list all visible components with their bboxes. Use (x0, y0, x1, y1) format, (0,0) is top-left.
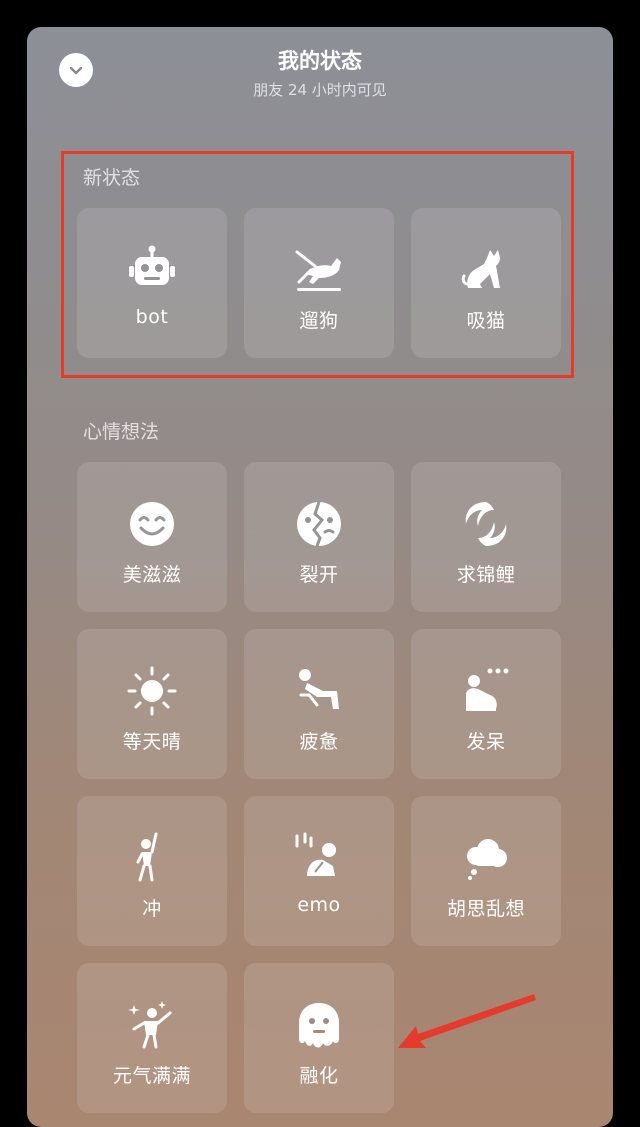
status-label: 等天晴 (122, 731, 182, 753)
status-tile-emo[interactable]: emo (244, 796, 394, 946)
energetic-person-icon (126, 999, 178, 1051)
status-tile-thinking[interactable]: 胡思乱想 (411, 796, 561, 946)
page-subtitle: 朋友 24 小时内可见 (253, 81, 387, 99)
status-label: 裂开 (299, 564, 339, 586)
section-label-mood: 心情想法 (83, 421, 160, 443)
page-title: 我的状态 (278, 49, 362, 73)
status-tile-energetic[interactable]: 元气满满 (77, 963, 227, 1113)
thought-cloud-icon (460, 832, 512, 884)
highlight-box (61, 151, 574, 378)
smile-icon (126, 498, 178, 550)
status-panel: 我的状态 朋友 24 小时内可见 新状态 bot 遛狗 吸猫 心情想法 美滋滋 … (27, 27, 613, 1127)
emo-person-icon (293, 832, 345, 884)
status-label: emo (297, 894, 341, 916)
status-tile-smile[interactable]: 美滋滋 (77, 462, 227, 612)
status-label: 元气满满 (112, 1065, 191, 1087)
status-tile-koi[interactable]: 求锦鲤 (411, 462, 561, 612)
status-tile-daze[interactable]: 发呆 (411, 629, 561, 779)
sun-icon (126, 665, 178, 717)
status-tile-sun[interactable]: 等天晴 (77, 629, 227, 779)
tired-person-icon (293, 665, 345, 717)
cheer-person-icon (126, 832, 178, 884)
status-tile-tired[interactable]: 疲惫 (244, 629, 394, 779)
cracked-face-icon (293, 498, 345, 550)
status-tile-cheer[interactable]: 冲 (77, 796, 227, 946)
status-label: 胡思乱想 (446, 898, 525, 920)
annotation-arrow (398, 994, 536, 1048)
melting-face-icon (293, 999, 345, 1051)
status-tile-cracked[interactable]: 裂开 (244, 462, 394, 612)
status-label: 求锦鲤 (456, 564, 516, 586)
status-label: 冲 (142, 898, 162, 920)
status-label: 发呆 (466, 731, 506, 753)
status-label: 疲惫 (299, 731, 339, 753)
koi-icon (460, 498, 512, 550)
daze-person-icon (460, 665, 512, 717)
status-label: 美滋滋 (122, 564, 182, 586)
status-label: 融化 (299, 1065, 339, 1087)
